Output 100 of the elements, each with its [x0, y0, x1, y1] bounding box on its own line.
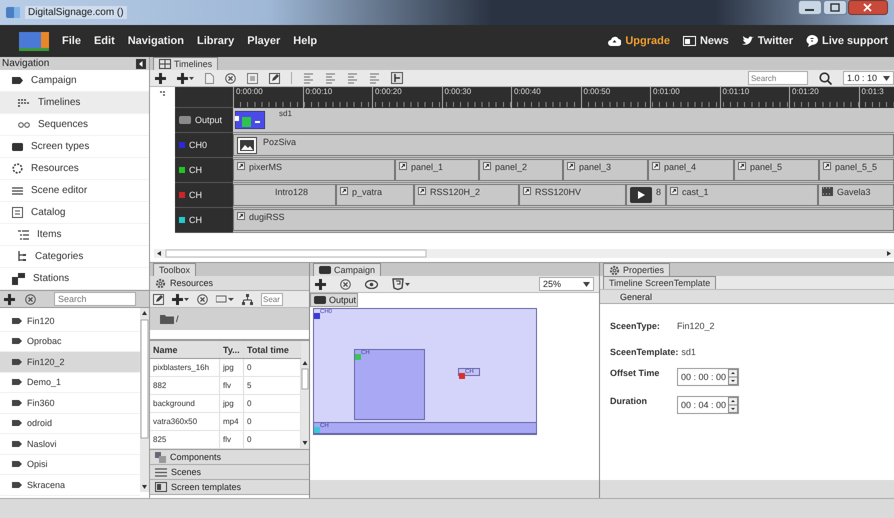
search-field[interactable]: Search	[748, 71, 808, 85]
clip-label[interactable]: sd1	[279, 109, 292, 118]
spinner-arrows[interactable]	[728, 397, 738, 413]
page-icon[interactable]	[205, 72, 214, 84]
menu-item[interactable]: Help	[293, 35, 318, 47]
plus-icon[interactable]	[155, 72, 166, 84]
station-item[interactable]: Opisi	[0, 454, 140, 475]
remove-icon[interactable]	[197, 294, 208, 304]
clip-thumbnail[interactable]	[235, 111, 265, 129]
search-field[interactable]: Sear	[261, 292, 283, 306]
frame-icon[interactable]	[247, 72, 258, 84]
remove-icon[interactable]	[340, 278, 351, 290]
timeline-clip[interactable]: Intro128	[233, 184, 336, 206]
vertical-scrollbar[interactable]	[301, 341, 309, 449]
nav-item[interactable]: Sequences	[0, 114, 149, 136]
menu-item[interactable]: Edit	[94, 35, 115, 47]
edit-icon[interactable]	[269, 72, 280, 84]
hierarchy-icon[interactable]	[242, 294, 253, 304]
time-field[interactable]: 00 : 00 : 00	[677, 368, 740, 386]
timeline-clip[interactable]: panel_5	[734, 159, 819, 181]
timeline-clip[interactable]: panel_2	[479, 159, 563, 181]
maximize-button[interactable]	[823, 0, 847, 15]
section-header[interactable]: Scenes	[150, 465, 309, 480]
timeline-clip[interactable]: dugiRSS	[233, 209, 894, 231]
nav-item[interactable]: Screen types	[0, 136, 149, 158]
menu-item[interactable]: Library	[196, 35, 234, 47]
nav-item[interactable]: Timelines	[0, 92, 149, 114]
timeline-clip[interactable]: 8	[626, 184, 666, 206]
timeline-ruler[interactable]: 0:00:00 0:00:10 0:00:20 0:00:30 0:00:40 0:00:50 0:01:00 0:01:10 0:01:20 0:01:3	[233, 87, 894, 108]
nav-item[interactable]: Catalog	[0, 202, 149, 224]
channel-label[interactable]: Output	[175, 108, 233, 133]
nav-item[interactable]: Items	[0, 224, 149, 246]
play-button[interactable]	[630, 187, 652, 203]
menu-item[interactable]: Navigation	[128, 35, 184, 47]
channel-label[interactable]: CH0	[175, 133, 233, 158]
menu-item[interactable]: File	[62, 35, 81, 47]
column-header[interactable]: Name	[150, 341, 220, 358]
section-header[interactable]: Components	[150, 450, 309, 465]
horizontal-scrollbar[interactable]	[154, 249, 894, 258]
station-item[interactable]: Skracena	[0, 475, 140, 496]
top-link[interactable]: Live support	[822, 35, 888, 47]
remove-icon[interactable]	[25, 294, 36, 304]
nav-item[interactable]: Resources	[0, 158, 149, 180]
zoom-select[interactable]: 25%	[538, 277, 594, 291]
station-item[interactable]: Fin120	[0, 311, 140, 332]
timeline-clip[interactable]: panel_3	[563, 159, 648, 181]
channel-label[interactable]: CH	[175, 158, 233, 183]
timeline-clip[interactable]: p_vatra	[336, 184, 414, 206]
align-icon[interactable]	[347, 72, 358, 84]
timeline-clip[interactable]: panel_5_5	[819, 159, 894, 181]
view-icon[interactable]	[216, 295, 234, 303]
top-link[interactable]: Twitter	[758, 35, 793, 47]
snap-icon[interactable]	[391, 72, 403, 84]
top-link[interactable]: News	[700, 35, 729, 47]
vertical-scrollbar[interactable]	[140, 308, 149, 492]
close-button[interactable]	[848, 0, 888, 15]
align-icon[interactable]	[369, 72, 380, 84]
tab[interactable]: Campaign	[313, 263, 382, 276]
menu-item[interactable]: Player	[247, 35, 280, 47]
section-header[interactable]: Resources	[150, 276, 309, 291]
tab[interactable]: Timeline ScreenTemplate	[603, 276, 716, 289]
zoom-select[interactable]: 1.0 : 10	[842, 71, 894, 85]
eye-icon[interactable]	[365, 280, 378, 288]
tab[interactable]: Output	[310, 293, 358, 307]
search-field[interactable]: Search	[54, 292, 136, 306]
channel-label[interactable]: CH	[175, 208, 233, 233]
minimize-button[interactable]	[798, 0, 822, 15]
timeline-clip[interactable]: RSS120H_2	[414, 184, 519, 206]
nav-item[interactable]: Scene editor	[0, 180, 149, 202]
align-icon[interactable]	[303, 72, 314, 84]
spinner-arrows[interactable]	[728, 369, 738, 385]
timeline-clip[interactable]: pixerMS	[233, 159, 395, 181]
remove-icon[interactable]	[225, 72, 236, 84]
tab[interactable]: Properties	[603, 263, 670, 276]
tab[interactable]: Timelines	[153, 57, 218, 70]
timeline-clip[interactable]: PozSiva	[233, 134, 894, 156]
add-menu-icon[interactable]	[177, 72, 194, 84]
station-item[interactable]: Fin120_2	[0, 352, 140, 372]
align-icon[interactable]	[325, 72, 336, 84]
add-menu-icon[interactable]	[172, 294, 189, 304]
plus-icon[interactable]	[4, 294, 15, 304]
edit-icon[interactable]	[153, 294, 164, 304]
timeline-clip[interactable]: panel_1	[395, 159, 479, 181]
time-field[interactable]: 00 : 04 : 00	[677, 396, 740, 414]
station-item[interactable]: Demo_1	[0, 372, 140, 393]
timeline-clip[interactable]: RSS120HV	[519, 184, 626, 206]
search-icon[interactable]	[818, 72, 832, 84]
plus-icon[interactable]	[315, 278, 326, 290]
nav-item[interactable]: Categories	[0, 246, 149, 268]
collapse-button[interactable]	[136, 58, 146, 68]
channel-label[interactable]: CH	[175, 183, 233, 208]
timeline-clip[interactable]: Gavela3	[818, 184, 894, 206]
tab[interactable]: Toolbox	[153, 263, 196, 276]
shield-icon[interactable]	[392, 278, 410, 290]
timeline-clip[interactable]: cast_1	[666, 184, 818, 206]
timeline-clip[interactable]: panel_4	[648, 159, 734, 181]
column-header[interactable]: Ty...	[220, 341, 244, 358]
section-header[interactable]: Screen templates	[150, 480, 309, 495]
station-item[interactable]: Naslovi	[0, 434, 140, 454]
station-item[interactable]: Fin360	[0, 393, 140, 414]
